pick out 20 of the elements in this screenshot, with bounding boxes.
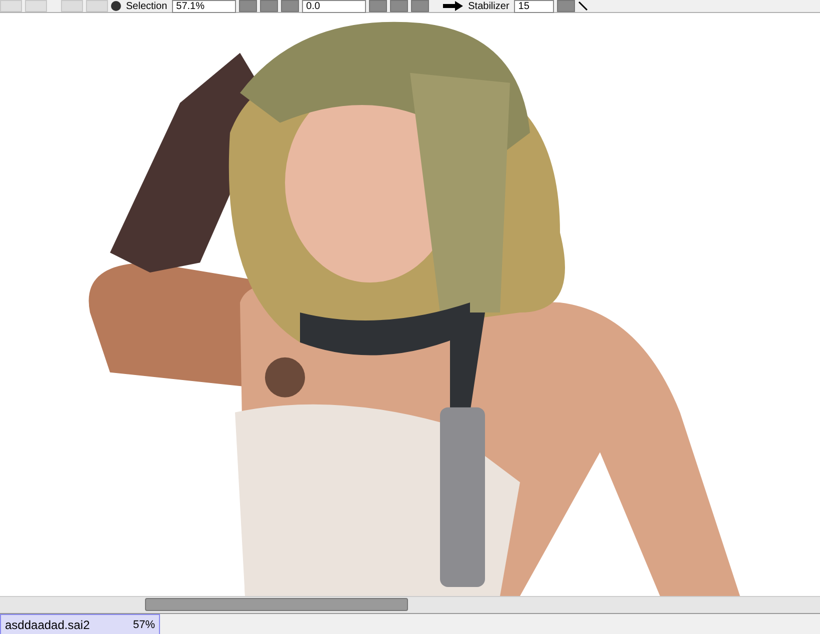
stabilizer-field[interactable]: 15 [514,0,554,12]
dropdown-button[interactable] [557,0,576,12]
pen-icon[interactable] [578,1,588,11]
horizontal-scrollbar[interactable] [0,596,820,613]
zoom-percent: 57% [132,619,155,631]
stabilizer-label: Stabilizer [467,0,510,12]
file-name: asddaadad.sai2 [5,618,90,632]
zoom-button[interactable] [260,0,278,12]
zoom-button[interactable] [281,0,300,12]
zoom-field[interactable]: 57.1% [172,0,236,12]
angle-field[interactable]: 0.0 [302,0,366,12]
rotate-button[interactable] [411,0,430,12]
selection-label: Selection [125,0,168,12]
radio-button[interactable] [111,1,121,11]
rotate-button[interactable] [390,0,408,12]
scrollbar-thumb[interactable] [145,598,408,611]
zoom-button[interactable] [239,0,258,12]
file-tab[interactable]: asddaadad.sai2 57% [0,614,160,634]
flip-arrow-icon[interactable] [443,1,464,11]
rotate-button[interactable] [369,0,388,12]
